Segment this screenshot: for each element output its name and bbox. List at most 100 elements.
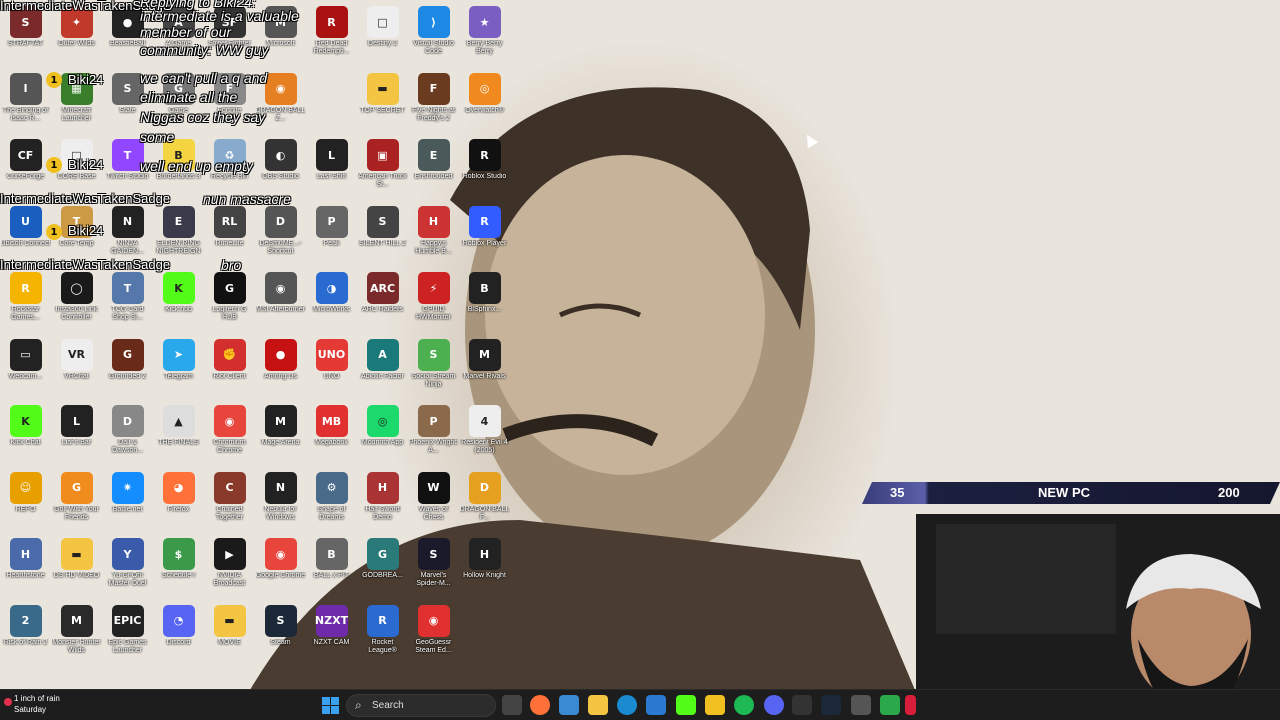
desktop-icon[interactable]: ➤ Telegram: [153, 338, 204, 406]
desktop-icon[interactable]: H Half Sword Demo: [357, 471, 408, 539]
desktop-icon[interactable]: K Kick.hub: [153, 272, 204, 339]
desktop-icon[interactable]: P Peak: [306, 205, 357, 273]
desktop-icon[interactable]: S SILENT HILL 2: [357, 205, 408, 273]
desktop-icon[interactable]: ◯ Insta360 Link Controller: [51, 272, 102, 339]
obs-taskbar-icon[interactable]: [792, 695, 812, 715]
desktop-icon[interactable]: ◐ OBS Studio: [255, 139, 306, 206]
edge-taskbar-icon[interactable]: [617, 695, 637, 715]
desktop-icon[interactable]: 4 Resident Evil 4 (2005): [459, 405, 510, 472]
spotify-taskbar-icon[interactable]: [734, 695, 754, 715]
desktop-icon[interactable]: ✊ Riot Client: [204, 338, 255, 406]
desktop-icon[interactable]: F Five Nights at Freddy's 2: [408, 72, 459, 140]
desktop-icon[interactable]: MB Megabonk: [306, 405, 357, 472]
desktop-icon[interactable]: ◎ Overwatch®: [459, 72, 510, 140]
desktop-icon[interactable]: A Abiotic Factor: [357, 338, 408, 406]
desktop-icon[interactable]: $ Schedule I: [153, 538, 204, 605]
weather-widget[interactable]: 1 inch of rain Saturday: [14, 693, 60, 715]
desktop-icon[interactable]: EPIC Epic Games Launcher: [102, 604, 153, 672]
desktop-icon[interactable]: ♻ Recycle Bin: [204, 139, 255, 206]
desktop-icon[interactable]: N NINJA GAIDEN...: [102, 205, 153, 273]
desktop-icon[interactable]: F Fortnite: [204, 72, 255, 140]
sticky-notes-taskbar-icon[interactable]: [705, 695, 725, 715]
desktop-icon[interactable]: T Twitch Studio: [102, 139, 153, 206]
desktop-icon[interactable]: B BALL x PIT: [306, 538, 357, 605]
desktop-icon[interactable]: □ Destiny 2: [357, 6, 408, 73]
desktop-icon[interactable]: [459, 605, 510, 672]
desktop-icon[interactable]: L Last Shift: [306, 139, 357, 206]
steam-taskbar-icon[interactable]: [821, 695, 841, 715]
desktop-icon[interactable]: K Kick Chat: [0, 405, 51, 472]
firefox-taskbar-icon[interactable]: [530, 695, 550, 715]
desktop-icon[interactable]: ● Among Us: [255, 338, 306, 406]
desktop-icon[interactable]: ◑ MicroWorks: [306, 272, 357, 339]
desktop-icon[interactable]: M Microsoft: [255, 6, 306, 73]
desktop-icon[interactable]: ▲ THE FINALS: [153, 405, 204, 472]
desktop-icon[interactable]: M Monster Hunter Wilds: [51, 604, 102, 672]
desktop-icon[interactable]: U Ubisoft Connect: [0, 205, 51, 273]
start-button[interactable]: [322, 697, 339, 714]
desktop-icon[interactable]: ✦ Outer Wilds: [51, 6, 102, 73]
app2-taskbar-icon[interactable]: [880, 695, 900, 715]
discord-taskbar-icon[interactable]: [764, 695, 784, 715]
desktop-icon[interactable]: ◕ Firefox: [153, 471, 204, 539]
desktop-icon[interactable]: E Enshrouded: [408, 139, 459, 206]
desktop-icon[interactable]: R Red Dead Redempti...: [306, 6, 357, 73]
desktop-icon[interactable]: UNO UNO: [306, 338, 357, 406]
desktop-icon[interactable]: Y Yu-Gi-Oh! Master Duel: [102, 538, 153, 605]
store-taskbar-icon[interactable]: [646, 695, 666, 715]
desktop-icon[interactable]: ◉ MSI Afterburner: [255, 272, 306, 339]
desktop-icon[interactable]: ◔ Discord: [153, 604, 204, 672]
desktop-icon[interactable]: C Chained Together: [204, 471, 255, 539]
desktop-icon[interactable]: G Logitech G HUB: [204, 272, 255, 339]
desktop-icon[interactable]: ARC ARC Raiders: [357, 272, 408, 339]
desktop-icon[interactable]: ⚙ Shape of Dreams: [306, 471, 357, 539]
desktop-icon[interactable]: D DRAGON BALL F...: [459, 471, 510, 539]
desktop-icon[interactable]: E ELDEN RING NIGHTREIGN: [153, 205, 204, 273]
desktop-icon[interactable]: R Roblox Player: [459, 205, 510, 273]
desktop-icon[interactable]: H Happy's Humble B...: [408, 205, 459, 273]
desktop-icon[interactable]: B BlSphinx...: [459, 272, 510, 339]
desktop-icon[interactable]: G Grounded 2: [102, 338, 153, 406]
desktop-icon[interactable]: R Roblox Studio: [459, 139, 510, 206]
desktop-icon[interactable]: SF Street Fighter: [204, 6, 255, 73]
desktop-icon[interactable]: S Social Stream Ninja: [408, 338, 459, 406]
desktop-icon[interactable]: ▬ MOVIE: [204, 604, 255, 672]
desktop-icon[interactable]: ▶ NVIDIA Broadcast: [204, 538, 255, 605]
desktop-icon[interactable]: ★ Berry Berry Berry: [459, 6, 510, 73]
desktop-icon[interactable]: ▬ DS HD VIDEO: [51, 538, 102, 605]
desktop-icon[interactable]: ● BeastieBall: [102, 6, 153, 73]
app-taskbar-icon[interactable]: [851, 695, 871, 715]
desktop-icon[interactable]: P Phoenix Wright: A...: [408, 405, 459, 472]
desktop-icon[interactable]: M Mage Arena: [255, 405, 306, 472]
desktop-icon[interactable]: G Game: [153, 72, 204, 140]
desktop-icon[interactable]: ▬ TOP SECRET: [357, 72, 408, 140]
desktop-icon[interactable]: T Core Temp: [51, 205, 102, 273]
desktop-icon[interactable]: ✷ Battle.net: [102, 471, 153, 539]
desktop-icon[interactable]: RL RuneLite: [204, 205, 255, 273]
desktop-icon[interactable]: ▣ American Truck Si...: [357, 139, 408, 206]
desktop-icon[interactable]: CF CurseForge: [0, 139, 51, 206]
desktop-icon[interactable]: ▭ Webcam...: [0, 338, 51, 406]
desktop-icon[interactable]: R Rockstar Games...: [0, 272, 51, 339]
desktop-icon[interactable]: G Golf With Your Friends: [51, 471, 102, 539]
copilot-taskbar-icon[interactable]: [559, 695, 579, 715]
desktop-icon[interactable]: D DeSmuME...- Shortcut: [255, 205, 306, 273]
desktop-icon[interactable]: [306, 73, 357, 140]
desktop-icon[interactable]: ◉ DRAGON BALL Z...: [255, 72, 306, 140]
app3-taskbar-icon[interactable]: [905, 695, 916, 715]
desktop-icon[interactable]: S Marvel's Spider-M...: [408, 538, 459, 605]
desktop-icon[interactable]: M Marvel Rivals: [459, 338, 510, 406]
desktop-icon[interactable]: S STRAFTAT: [0, 6, 51, 73]
file-explorer-taskbar-icon[interactable]: [588, 695, 608, 715]
desktop-icon[interactable]: VR VRChat: [51, 338, 102, 406]
desktop-icon[interactable]: S State: [102, 72, 153, 140]
task-view-icon[interactable]: [502, 695, 522, 715]
desktop-icon[interactable]: □ CORE Base: [51, 139, 102, 206]
desktop-icon[interactable]: S Steam: [255, 604, 306, 672]
desktop-icon[interactable]: D Dali & Dawson...: [102, 405, 153, 472]
search-box[interactable]: ⌕ Search: [346, 694, 496, 717]
desktop-icon[interactable]: B Borderlands 3: [153, 139, 204, 206]
desktop-icon[interactable]: ◉ GeoGuessr Steam Ed...: [408, 604, 459, 672]
desktop-icon[interactable]: ⟩ Visual Studio Code: [408, 6, 459, 73]
desktop-icon[interactable]: H Hollow Knight: [459, 538, 510, 605]
